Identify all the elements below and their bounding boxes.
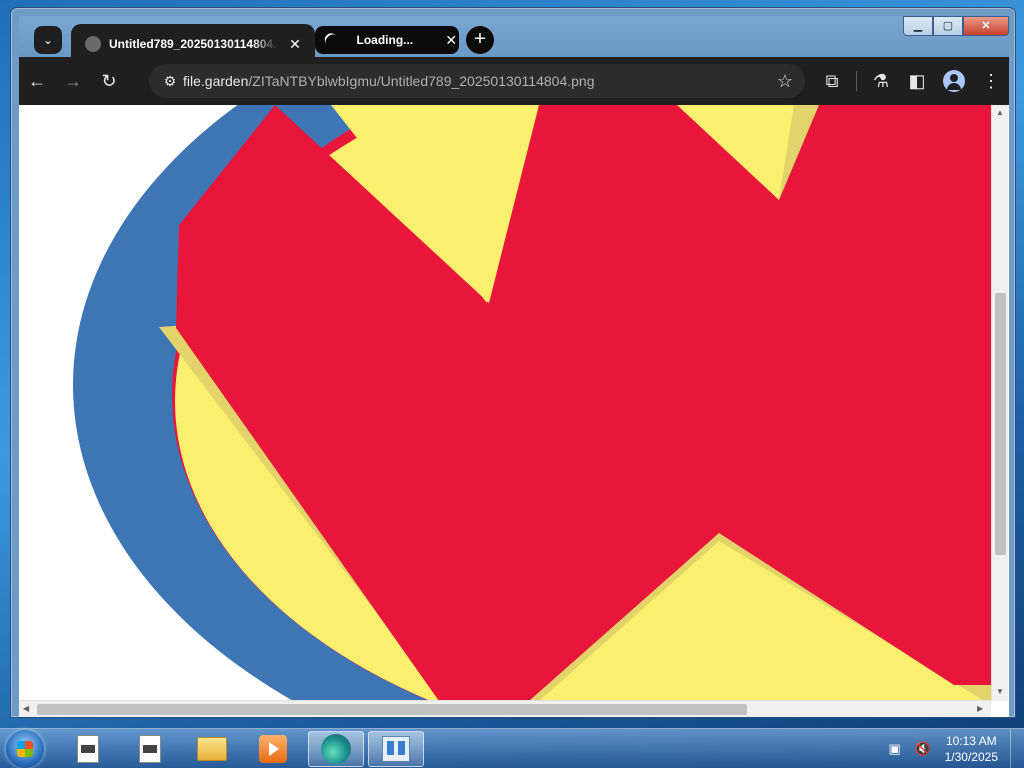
start-button[interactable] — [6, 730, 44, 768]
clock-time: 10:13 AM — [945, 734, 997, 748]
edge-icon — [321, 734, 351, 764]
taskbar-app-document[interactable] — [60, 731, 116, 767]
url-path: /ZITaNTBYblwbIgmu/Untitled789_2025013011… — [248, 73, 595, 89]
extensions-icon[interactable]: ⧉ — [814, 71, 850, 92]
horizontal-scroll-thumb[interactable] — [37, 704, 747, 715]
network-icon[interactable]: ▣ — [886, 741, 904, 757]
taskbar-app-explorer[interactable] — [184, 731, 240, 767]
more-menu-icon[interactable]: ⋮ — [973, 71, 1009, 92]
scroll-down-arrow-icon[interactable]: ▼ — [996, 687, 1004, 696]
clock-date: 1/30/2025 — [944, 750, 998, 764]
tab-strip: ⌄ Untitled789_20250130114804.png ✕ Loadi… — [19, 16, 1009, 64]
toolbar-right: ⧉ ⚗ ◧ ⋮ — [814, 57, 1009, 105]
tab-close-button[interactable]: ✕ — [287, 36, 303, 53]
labs-flask-icon[interactable]: ⚗ — [863, 71, 899, 92]
clock[interactable]: 10:13 AM 1/30/2025 — [945, 733, 998, 765]
url-text[interactable]: file.garden/ZITaNTBYblwbIgmu/Untitled789… — [183, 73, 594, 89]
document-icon — [77, 735, 99, 763]
bookmark-star-icon[interactable]: ☆ — [777, 71, 793, 92]
displayed-image — [73, 105, 991, 701]
vertical-scrollbar[interactable]: ▲ ▼ — [991, 105, 1008, 701]
horizontal-scrollbar[interactable]: ◀ ▶ — [19, 700, 991, 717]
page-viewport: ▲ ▼ ◀ ▶ — [19, 105, 1009, 717]
control-panel-icon — [382, 736, 410, 762]
new-tab-button[interactable]: + — [466, 26, 494, 54]
volume-muted-icon[interactable]: 🔇 — [914, 741, 932, 757]
taskbar-app-browser[interactable] — [308, 731, 364, 767]
taskbar: ▣ 🔇 10:13 AM 1/30/2025 — [0, 728, 1024, 768]
scroll-left-arrow-icon[interactable]: ◀ — [23, 704, 29, 713]
system-tray: ▣ 🔇 10:13 AM 1/30/2025 — [881, 729, 1024, 768]
folder-icon — [197, 737, 227, 761]
tab-close-button[interactable]: ✕ — [444, 32, 459, 49]
globe-icon — [85, 36, 101, 52]
show-desktop-button[interactable] — [1010, 729, 1024, 768]
tab-loading[interactable]: Loading... ✕ — [315, 26, 459, 54]
media-player-icon — [259, 735, 287, 763]
tab-search-button[interactable]: ⌄ — [34, 26, 62, 54]
toolbar-divider — [856, 71, 857, 91]
taskbar-app-document[interactable] — [122, 731, 178, 767]
document-icon — [139, 735, 161, 763]
back-arrow-icon[interactable]: ← — [19, 71, 55, 92]
reload-icon[interactable]: ↻ — [91, 71, 127, 92]
browser-window: ⌄ Untitled789_20250130114804.png ✕ Loadi… — [10, 7, 1016, 718]
scroll-up-arrow-icon[interactable]: ▲ — [996, 108, 1004, 117]
maximize-button[interactable]: ▢ — [933, 16, 963, 36]
taskbar-app-control-panel[interactable] — [368, 731, 424, 767]
chevron-down-icon: ⌄ — [42, 33, 54, 47]
window-controls: ▁ ▢ ✕ — [903, 16, 1009, 36]
profile-avatar-icon[interactable] — [943, 70, 965, 92]
forward-arrow-icon[interactable]: → — [55, 71, 91, 92]
loading-spinner-icon — [322, 30, 342, 50]
url-domain: file.garden — [183, 73, 249, 89]
scroll-right-arrow-icon[interactable]: ▶ — [977, 704, 983, 713]
vertical-scroll-thumb[interactable] — [995, 293, 1006, 555]
browser-toolbar: ← → ↻ ⚙ file.garden/ZITaNTBYblwbIgmu/Unt… — [19, 57, 1009, 105]
minimize-button[interactable]: ▁ — [903, 16, 933, 36]
site-info-icon[interactable]: ⚙ — [157, 73, 183, 90]
tab-title: Loading... — [356, 33, 414, 47]
tab-title: Untitled789_20250130114804.png — [109, 37, 277, 51]
close-window-button[interactable]: ✕ — [963, 16, 1009, 36]
taskbar-app-media-player[interactable] — [245, 731, 301, 767]
address-bar[interactable]: ⚙ file.garden/ZITaNTBYblwbIgmu/Untitled7… — [149, 64, 805, 98]
side-panel-icon[interactable]: ◧ — [899, 71, 935, 92]
